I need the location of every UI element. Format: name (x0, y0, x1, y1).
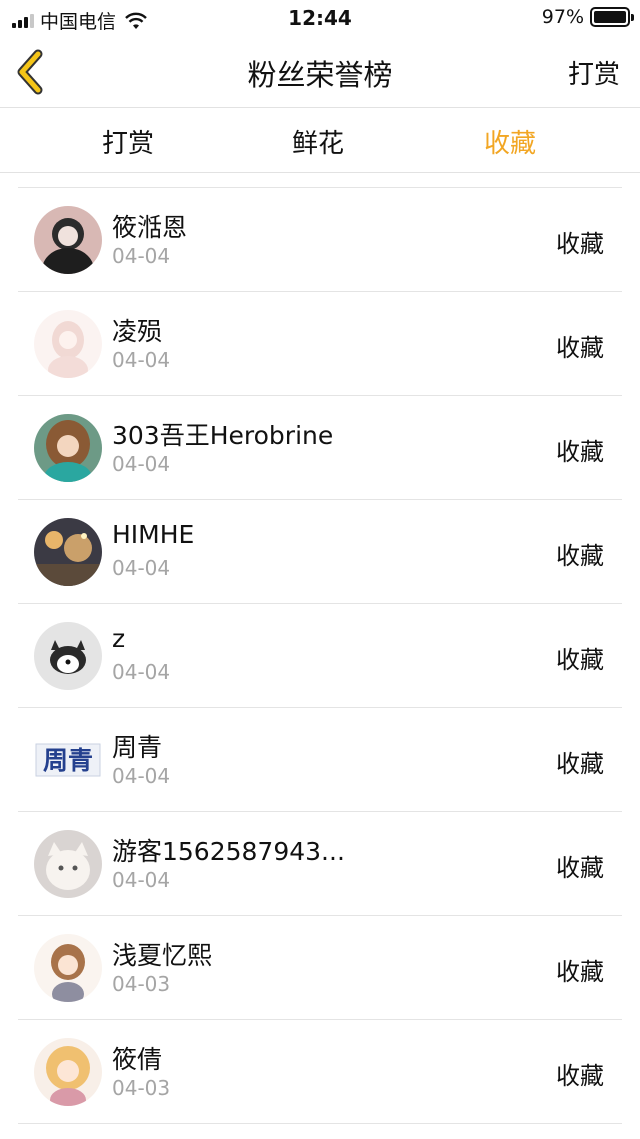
action-type: 收藏 (556, 1062, 604, 1090)
list-item[interactable]: 凌殒 04-04 收藏 (18, 292, 622, 396)
tab-reward[interactable]: 打赏 (58, 123, 198, 160)
user-name: z (112, 624, 126, 653)
nav-bar: 粉丝荣誉榜 打赏 (0, 36, 640, 108)
tab-flowers[interactable]: 鲜花 (248, 123, 388, 160)
avatar (34, 830, 102, 898)
user-name: 筱倩 (112, 1045, 163, 1074)
user-name: 游客1562587943... (112, 837, 345, 866)
tab-bar: 打赏 鲜花 收藏 (0, 109, 640, 173)
status-right: 97% (541, 6, 634, 28)
user-name: 凌殒 (112, 317, 163, 346)
user-name: HIMHE (112, 520, 195, 549)
user-name: 浅夏忆熙 (112, 941, 213, 970)
list-item[interactable]: 303吾王Herobrine 04-04 收藏 (18, 396, 622, 500)
avatar (34, 622, 102, 690)
action-type: 收藏 (556, 958, 604, 986)
list-item[interactable]: 筱湉恩 04-04 收藏 (18, 188, 622, 292)
list-item[interactable]: z 04-04 收藏 (18, 604, 622, 708)
action-type: 收藏 (556, 334, 604, 362)
user-name: 筱湉恩 (112, 213, 188, 242)
list-item[interactable]: 筱倩 04-03 收藏 (18, 1020, 622, 1124)
avatar (34, 310, 102, 378)
fan-list: 筱湉恩 04-04 收藏 凌殒 04-04 收藏 303吾王Herobrine … (18, 187, 622, 1124)
action-type: 收藏 (556, 230, 604, 258)
list-item[interactable]: 浅夏忆熙 04-03 收藏 (18, 916, 622, 1020)
list-item[interactable]: 游客1562587943... 04-04 收藏 (18, 812, 622, 916)
avatar: 周青 (34, 726, 102, 794)
tab-favorites[interactable]: 收藏 (440, 123, 580, 160)
date-label: 04-04 (112, 452, 171, 476)
avatar (34, 934, 102, 1002)
action-type: 收藏 (556, 854, 604, 882)
user-name: 周青 (112, 733, 163, 762)
action-type: 收藏 (556, 646, 604, 674)
avatar (34, 206, 102, 274)
avatar-text: 周青 (43, 746, 93, 775)
action-type: 收藏 (556, 542, 604, 570)
action-type: 收藏 (556, 438, 604, 466)
date-label: 04-04 (112, 244, 171, 268)
status-bar: 中国电信 12:44 97% (0, 0, 640, 36)
date-label: 04-04 (112, 348, 171, 372)
user-name: 303吾王Herobrine (112, 421, 334, 450)
battery-icon (590, 7, 634, 27)
date-label: 04-04 (112, 868, 171, 892)
list-item[interactable]: HIMHE 04-04 收藏 (18, 500, 622, 604)
action-type: 收藏 (556, 750, 604, 778)
date-label: 04-04 (112, 556, 171, 580)
reward-button[interactable]: 打赏 (568, 54, 620, 91)
avatar (34, 1038, 102, 1106)
date-label: 04-04 (112, 660, 171, 684)
date-label: 04-03 (112, 1076, 171, 1100)
date-label: 04-03 (112, 972, 171, 996)
avatar (34, 414, 102, 482)
avatar (34, 518, 102, 586)
date-label: 04-04 (112, 764, 171, 788)
list-item[interactable]: 周青 周青 04-04 收藏 (18, 708, 622, 812)
page-title: 粉丝荣誉榜 (247, 58, 393, 92)
battery-percent: 97% (541, 6, 584, 28)
